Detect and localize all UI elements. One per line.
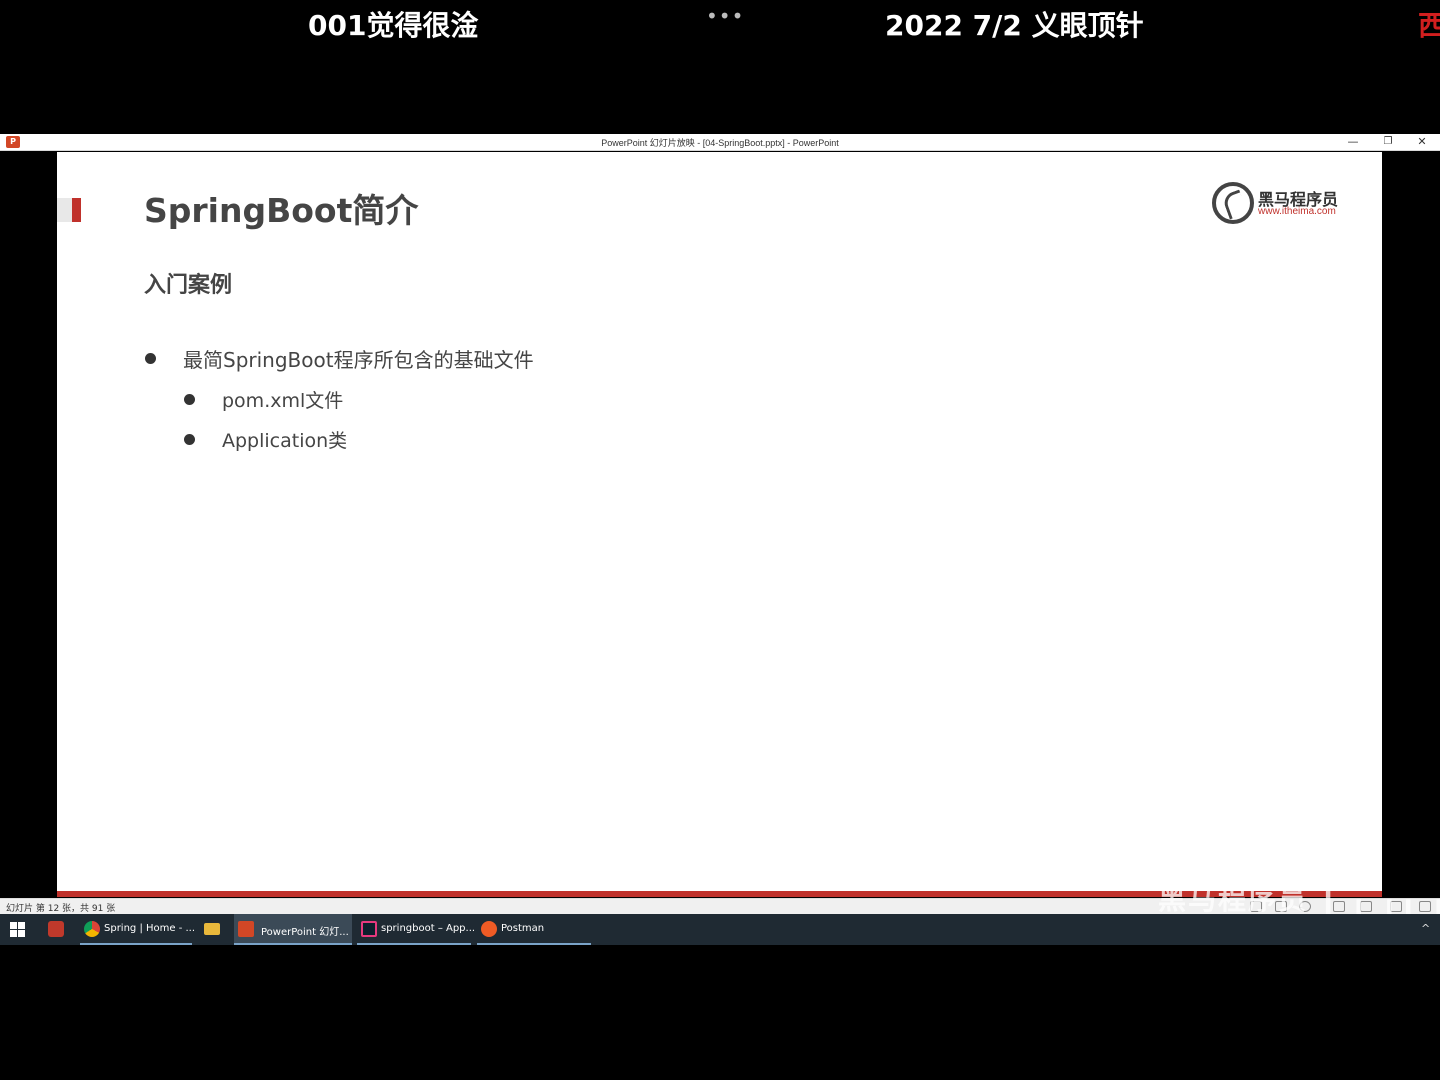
slide-counter: 幻灯片 第 12 张，共 91 张 [6, 904, 116, 914]
bullet-dot-icon [184, 394, 195, 405]
bullet-text: Application类 [222, 430, 348, 452]
taskbar-item-chrome[interactable]: Spring | Home - ... [80, 914, 196, 945]
slide-canvas[interactable] [57, 152, 1382, 892]
taskbar-item-intellij[interactable]: springboot – App... [357, 914, 475, 945]
overlay-edge-text: 西 [1418, 9, 1440, 42]
windows-start-icon[interactable] [10, 922, 25, 937]
window-title: PowerPoint 幻灯片放映 - [04-SpringBoot.pptx] … [601, 138, 839, 148]
taskbar-item-label: PowerPoint 幻灯... [261, 927, 349, 938]
taskbar-item-explorer[interactable] [200, 914, 228, 945]
more-options-icon[interactable]: ••• [706, 4, 744, 28]
taskbar-item-label: Spring | Home - ... [104, 923, 196, 934]
title-accent-bar [72, 198, 81, 222]
app-grid-icon [48, 921, 64, 937]
logo-url: www.itheima.com [1258, 206, 1336, 217]
minimize-button[interactable]: — [1336, 134, 1370, 151]
bullet-text: pom.xml文件 [222, 390, 344, 412]
watermark: 黑马程序员 ┃ ╻ ╻╻ ╻╹ [1158, 883, 1440, 916]
windows-taskbar: Spring | Home - ... PowerPoint 幻灯... spr… [0, 914, 1440, 945]
horse-logo-icon [1212, 182, 1254, 224]
slide-subtitle: 入门案例 [144, 273, 233, 298]
taskbar-app-launcher[interactable] [44, 914, 72, 945]
close-button[interactable]: ✕ [1405, 134, 1439, 151]
taskbar-item-label: Postman [501, 923, 545, 934]
overlay-right-caption: 2022 7/2 义眼顶针 [885, 9, 1144, 42]
taskbar-item-postman[interactable]: Postman [477, 914, 591, 945]
slide-title: SpringBoot简介 [144, 191, 419, 230]
bullet-dot-icon [145, 353, 156, 364]
bullet-dot-icon [184, 434, 195, 445]
title-accent-shadow [57, 198, 72, 222]
intellij-icon [361, 921, 377, 937]
window-titlebar: P PowerPoint 幻灯片放映 - [04-SpringBoot.pptx… [0, 134, 1440, 151]
taskbar-item-powerpoint[interactable]: PowerPoint 幻灯... [234, 914, 352, 945]
taskbar-item-label: springboot – App... [381, 923, 476, 934]
overlay-left-caption: 001觉得很淦 [308, 9, 479, 42]
file-explorer-icon [204, 923, 220, 935]
postman-icon [481, 921, 497, 937]
powerpoint-icon [238, 921, 254, 937]
show-hidden-icons-chevron-icon[interactable]: ^ [1421, 922, 1430, 935]
itheima-logo: 黑马程序员 www.itheima.com [1212, 182, 1352, 224]
restore-button[interactable]: ❐ [1371, 134, 1405, 151]
chrome-icon [84, 921, 100, 937]
bullet-text: 最简SpringBoot程序所包含的基础文件 [183, 348, 534, 372]
